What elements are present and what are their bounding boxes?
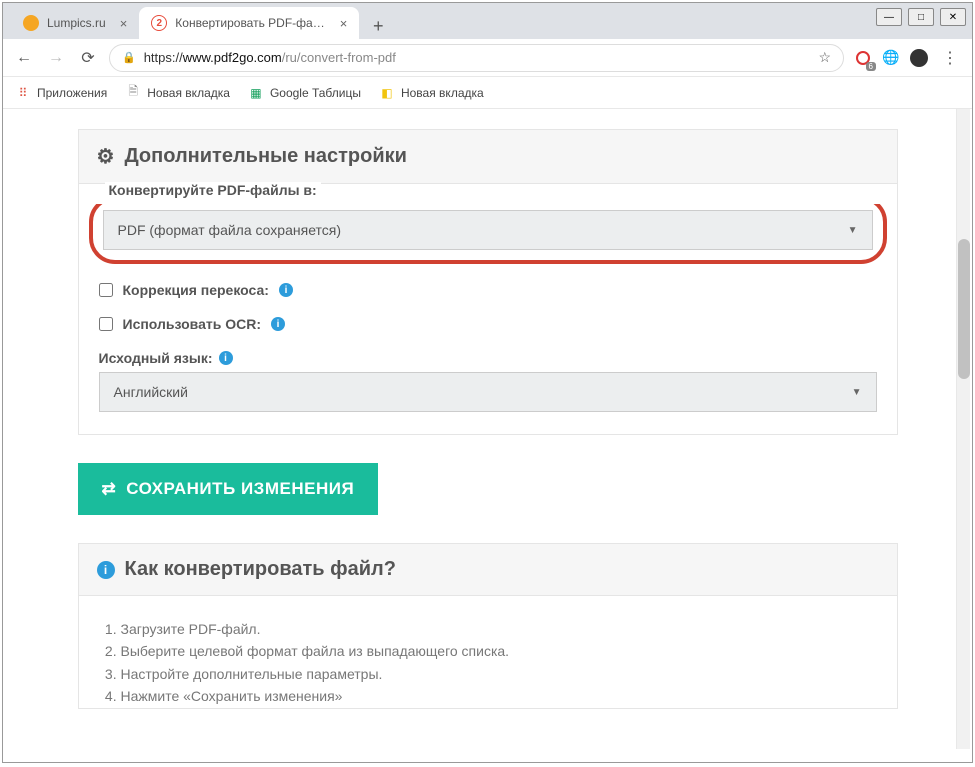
- close-icon[interactable]: ×: [120, 16, 128, 31]
- extension-globe-icon[interactable]: 🌐: [882, 49, 900, 67]
- close-icon[interactable]: ×: [340, 16, 348, 31]
- bookmark-newtab2[interactable]: ◧ Новая вкладка: [379, 85, 484, 101]
- how-to-panel: i Как конвертировать файл? Загрузите PDF…: [78, 543, 898, 709]
- page-icon: 🗎: [125, 85, 141, 101]
- bookmarks-bar: ⠿ Приложения 🗎 Новая вкладка ▦ Google Та…: [3, 77, 972, 109]
- url-text: https://www.pdf2go.com/ru/convert-from-p…: [144, 50, 396, 65]
- apps-icon: ⠿: [15, 85, 31, 101]
- address-bar[interactable]: 🔒 https://www.pdf2go.com/ru/convert-from…: [109, 44, 844, 72]
- badge-count: 6: [866, 62, 876, 71]
- save-changes-button[interactable]: ⇄ СОХРАНИТЬ ИЗМЕНЕНИЯ: [78, 463, 379, 515]
- favicon-icon: 2: [151, 15, 167, 31]
- button-label: СОХРАНИТЬ ИЗМЕНЕНИЯ: [126, 479, 354, 499]
- panel-header: i Как конвертировать файл?: [79, 544, 897, 596]
- bookmark-star-icon[interactable]: ☆: [818, 49, 831, 66]
- page-icon: ◧: [379, 85, 395, 101]
- select-value: Английский: [114, 384, 188, 400]
- tab-lumpics[interactable]: Lumpics.ru ×: [11, 7, 139, 39]
- chevron-down-icon: ▼: [852, 387, 862, 398]
- bookmark-newtab1[interactable]: 🗎 Новая вкладка: [125, 85, 230, 101]
- lock-icon: 🔒: [122, 51, 136, 64]
- tab-label: Lumpics.ru: [47, 16, 106, 30]
- info-icon: i: [97, 561, 115, 579]
- bookmark-label: Новая вкладка: [147, 86, 230, 100]
- sheets-icon: ▦: [248, 85, 264, 101]
- minimize-button[interactable]: —: [876, 8, 902, 26]
- back-button[interactable]: ←: [13, 49, 35, 67]
- tab-pdf2go[interactable]: 2 Конвертировать PDF-файл — К ×: [139, 7, 359, 39]
- close-button[interactable]: ✕: [940, 8, 966, 26]
- chevron-down-icon: ▼: [848, 225, 858, 236]
- tab-label: Конвертировать PDF-файл — К: [175, 16, 325, 30]
- language-select[interactable]: Английский ▼: [99, 372, 877, 412]
- browser-menu-button[interactable]: ⋮: [938, 48, 962, 68]
- info-icon[interactable]: i: [279, 283, 293, 297]
- address-bar-row: ← → ⟳ 🔒 https://www.pdf2go.com/ru/conver…: [3, 39, 972, 77]
- list-item: Загрузите PDF-файл.: [121, 618, 877, 640]
- list-item: Настройте дополнительные параметры.: [121, 663, 877, 685]
- bookmark-sheets[interactable]: ▦ Google Таблицы: [248, 85, 361, 101]
- forward-button[interactable]: →: [45, 49, 67, 67]
- info-icon[interactable]: i: [219, 351, 233, 365]
- panel-title: Как конвертировать файл?: [125, 558, 396, 581]
- language-label: Исходный язык: i: [99, 350, 877, 366]
- panel-header: ⚙ Дополнительные настройки: [79, 130, 897, 184]
- advanced-settings-panel: ⚙ Дополнительные настройки PDF (формат ф…: [78, 129, 898, 435]
- deskew-checkbox[interactable]: [99, 283, 113, 297]
- ocr-checkbox[interactable]: [99, 317, 113, 331]
- browser-tabs: Lumpics.ru × 2 Конвертировать PDF-файл —…: [3, 3, 972, 39]
- convert-label: Конвертируйте PDF-файлы в:: [105, 182, 321, 198]
- highlighted-dropdown-area: PDF (формат файла сохраняется) ▼: [89, 196, 887, 264]
- extension-opera-icon[interactable]: 6: [854, 49, 872, 67]
- page-content: ⚙ Дополнительные настройки PDF (формат ф…: [3, 109, 972, 749]
- maximize-button[interactable]: □: [908, 8, 934, 26]
- bookmark-label: Google Таблицы: [270, 86, 361, 100]
- new-tab-button[interactable]: +: [365, 13, 391, 39]
- panel-title: Дополнительные настройки: [124, 145, 407, 168]
- deskew-label: Коррекция перекоса:: [123, 282, 269, 298]
- bookmark-apps[interactable]: ⠿ Приложения: [15, 85, 107, 101]
- swap-icon: ⇄: [102, 479, 117, 499]
- list-item: Нажмите «Сохранить изменения»: [121, 685, 877, 707]
- favicon-icon: [23, 15, 39, 31]
- list-item: Выберите целевой формат файла из выпадаю…: [121, 640, 877, 662]
- profile-avatar[interactable]: [910, 49, 928, 67]
- reload-button[interactable]: ⟳: [77, 48, 99, 68]
- format-select[interactable]: PDF (формат файла сохраняется) ▼: [103, 210, 873, 250]
- bookmark-label: Новая вкладка: [401, 86, 484, 100]
- select-value: PDF (формат файла сохраняется): [118, 222, 342, 238]
- ocr-label: Использовать OCR:: [123, 316, 262, 332]
- how-to-list: Загрузите PDF-файл. Выберите целевой фор…: [99, 614, 877, 708]
- gears-icon: ⚙: [97, 144, 115, 169]
- bookmark-label: Приложения: [37, 86, 107, 100]
- info-icon[interactable]: i: [271, 317, 285, 331]
